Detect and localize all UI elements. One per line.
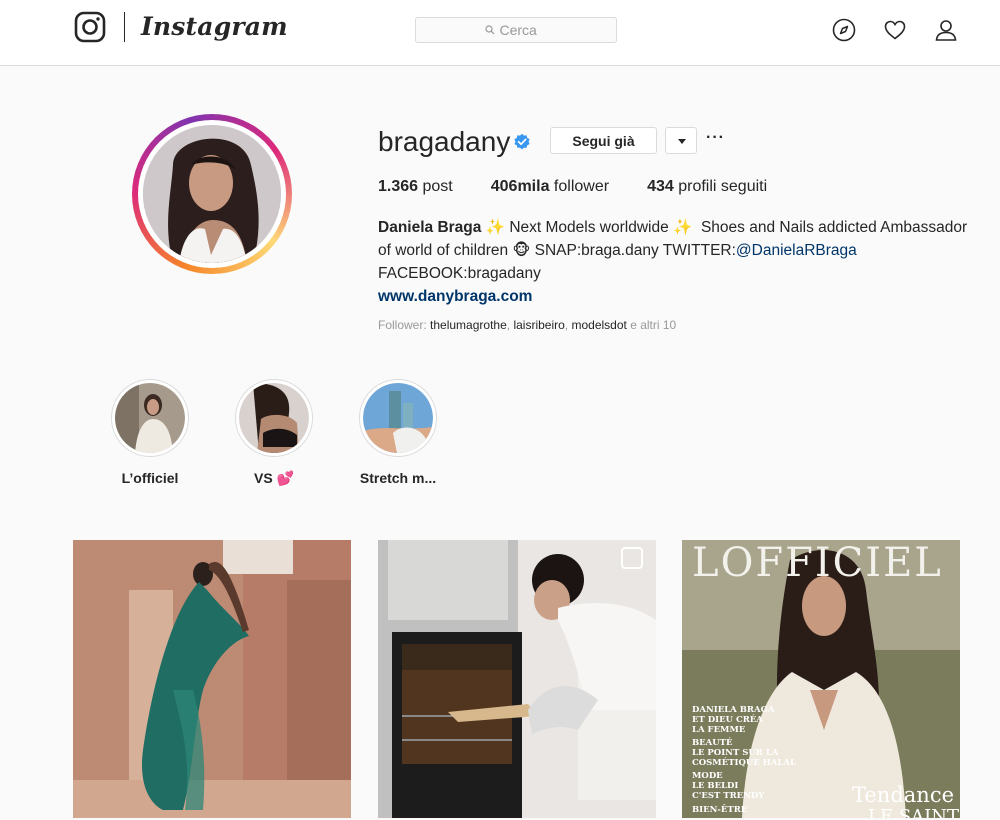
bio-text: SNAP:braga.dany TWITTER: bbox=[534, 242, 736, 259]
instagram-camera-icon[interactable] bbox=[74, 11, 106, 43]
post-image bbox=[378, 540, 656, 818]
explore-compass-icon[interactable] bbox=[832, 18, 856, 42]
profile-user-icon[interactable] bbox=[934, 18, 958, 42]
posts-label: post bbox=[422, 178, 453, 195]
cover-headline: Tendance bbox=[852, 783, 954, 807]
posts-stat: 1.366 post bbox=[378, 178, 453, 196]
followed-by-more[interactable]: e altri 10 bbox=[630, 318, 676, 332]
avatar bbox=[143, 125, 281, 263]
highlight-ring bbox=[235, 379, 313, 457]
verified-badge-icon bbox=[514, 133, 530, 150]
more-options-icon[interactable]: ··· bbox=[706, 130, 724, 150]
bio-text: Shoes and Nails addicted Ambassador bbox=[700, 219, 968, 236]
profile-stats: 1.366 post 406mila follower 434 profili … bbox=[378, 178, 805, 196]
bio-text: of world of children bbox=[378, 242, 509, 259]
bio-line-3: FACEBOOK:bragadany bbox=[378, 265, 541, 282]
posts-count: 1.366 bbox=[378, 178, 419, 195]
avatar-story-ring[interactable] bbox=[132, 114, 292, 274]
website-link[interactable]: www.danybraga.com bbox=[378, 288, 532, 305]
highlight-ring bbox=[359, 379, 437, 457]
highlight-label: Stretch m... bbox=[359, 470, 437, 486]
post-image: LOFFICIEL DANIELA BRAGA ET DIEU CRÉA LA … bbox=[682, 540, 960, 818]
post-image bbox=[73, 540, 351, 818]
activity-heart-icon[interactable] bbox=[883, 18, 907, 42]
following-button[interactable]: Segui già bbox=[550, 127, 657, 154]
highlight-item[interactable]: L’officiel bbox=[95, 379, 205, 486]
search-icon bbox=[484, 25, 494, 35]
highlight-thumbnail bbox=[239, 383, 309, 453]
follower-link[interactable]: laisribeiro bbox=[513, 318, 564, 332]
search-input[interactable] bbox=[499, 22, 548, 38]
cover-line: BIEN-ÊTRE bbox=[692, 803, 748, 815]
highlight-item[interactable]: Stretch m... bbox=[343, 379, 453, 486]
sparkle-emoji: ✨ bbox=[485, 219, 506, 236]
highlight-label: VS 💕 bbox=[254, 470, 294, 486]
bio-line-1: Daniela Braga ✨ Next Models worldwide ✨ … bbox=[378, 216, 968, 239]
profile-username: bragadany bbox=[378, 126, 511, 157]
separator: , bbox=[506, 318, 511, 332]
post-thumbnail[interactable] bbox=[73, 540, 351, 818]
follower-link[interactable]: thelumagrothe bbox=[430, 318, 507, 332]
followers-count: 406mila bbox=[490, 178, 550, 195]
cover-line: C'EST TRENDY bbox=[692, 791, 765, 801]
profile-bio: Daniela Braga ✨ Next Models worldwide ✨ … bbox=[378, 216, 968, 308]
bio-line-2: of world of children 🐵 SNAP:braga.dany T… bbox=[378, 239, 968, 262]
post-thumbnail[interactable] bbox=[378, 540, 656, 818]
followed-by-prefix: Follower: bbox=[378, 318, 427, 332]
following-count: 434 bbox=[647, 178, 674, 195]
bio-text: Next Models worldwide bbox=[509, 219, 669, 236]
follower-link[interactable]: modelsdot bbox=[571, 318, 626, 332]
search-box[interactable] bbox=[415, 17, 617, 43]
cover-line: COSMÉTIQUE HALAL bbox=[692, 756, 796, 768]
cover-headline: LE SAINT bbox=[868, 806, 959, 818]
logo-divider bbox=[124, 12, 125, 42]
followers-label: follower bbox=[553, 178, 610, 195]
twitter-mention-link[interactable]: @DanielaRBraga bbox=[736, 242, 857, 259]
highlight-label: L’officiel bbox=[121, 470, 179, 486]
post-thumbnail[interactable]: LOFFICIEL DANIELA BRAGA ET DIEU CRÉA LA … bbox=[682, 540, 960, 818]
cover-line: DANIELA BRAGA bbox=[692, 705, 775, 715]
highlight-item[interactable]: VS 💕 bbox=[219, 379, 329, 487]
cover-line: ET DIEU CRÉA bbox=[692, 713, 763, 725]
suggested-dropdown-button[interactable] bbox=[665, 127, 697, 154]
cover-line: LA FEMME bbox=[692, 725, 746, 735]
following-label: profili seguiti bbox=[678, 178, 768, 195]
highlight-thumbnail bbox=[115, 383, 185, 453]
full-name: Daniela Braga bbox=[378, 219, 482, 236]
cover-line: BEAUTÉ bbox=[692, 736, 733, 748]
avatar-frame bbox=[138, 120, 286, 268]
followed-by: Follower: thelumagrothe, laisribeiro, mo… bbox=[378, 318, 676, 332]
instagram-wordmark[interactable]: Instagram bbox=[141, 9, 288, 45]
followers-stat[interactable]: 406mila follower bbox=[491, 178, 609, 196]
highlight-thumbnail bbox=[363, 383, 433, 453]
sparkle-emoji: ✨ bbox=[673, 219, 693, 236]
separator: , bbox=[564, 318, 569, 332]
cover-line: MODE bbox=[692, 771, 723, 781]
following-stat[interactable]: 434 profili seguiti bbox=[647, 178, 767, 196]
cover-line: LE BELDI bbox=[692, 781, 738, 791]
monkey-emoji: 🐵 bbox=[512, 242, 531, 259]
cover-line: LE POINT SUR LA bbox=[692, 748, 779, 758]
top-nav: Instagram bbox=[0, 0, 1000, 66]
highlight-ring bbox=[111, 379, 189, 457]
cover-masthead: LOFFICIEL bbox=[692, 540, 943, 586]
